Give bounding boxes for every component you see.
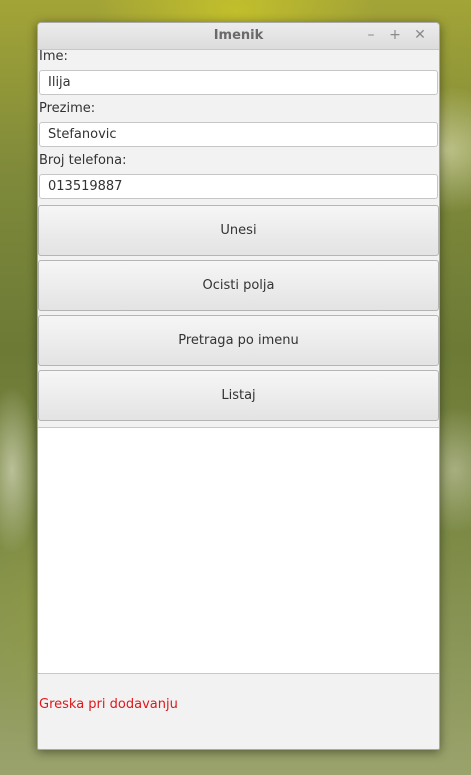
status-message: Greska pri dodavanju: [39, 697, 178, 712]
listaj-button[interactable]: Listaj: [38, 370, 439, 421]
minimize-icon[interactable]: –: [363, 27, 379, 43]
close-icon[interactable]: ✕: [412, 27, 428, 43]
telefon-field[interactable]: [39, 174, 438, 199]
prezime-label: Prezime:: [39, 101, 96, 116]
app-window: Imenik – + ✕ Ime: Prezime: Broj telefona…: [37, 22, 440, 750]
ocisti-polja-button[interactable]: Ocisti polja: [38, 260, 439, 311]
prezime-field[interactable]: [39, 122, 438, 147]
unesi-button[interactable]: Unesi: [38, 205, 439, 256]
pretraga-po-imenu-button[interactable]: Pretraga po imenu: [38, 315, 439, 366]
ime-label: Ime:: [39, 49, 68, 64]
contacts-list[interactable]: [38, 427, 439, 674]
telefon-label: Broj telefona:: [39, 153, 127, 168]
title-bar[interactable]: Imenik – + ✕: [38, 23, 439, 50]
maximize-icon[interactable]: +: [387, 27, 403, 43]
ime-field[interactable]: [39, 70, 438, 95]
